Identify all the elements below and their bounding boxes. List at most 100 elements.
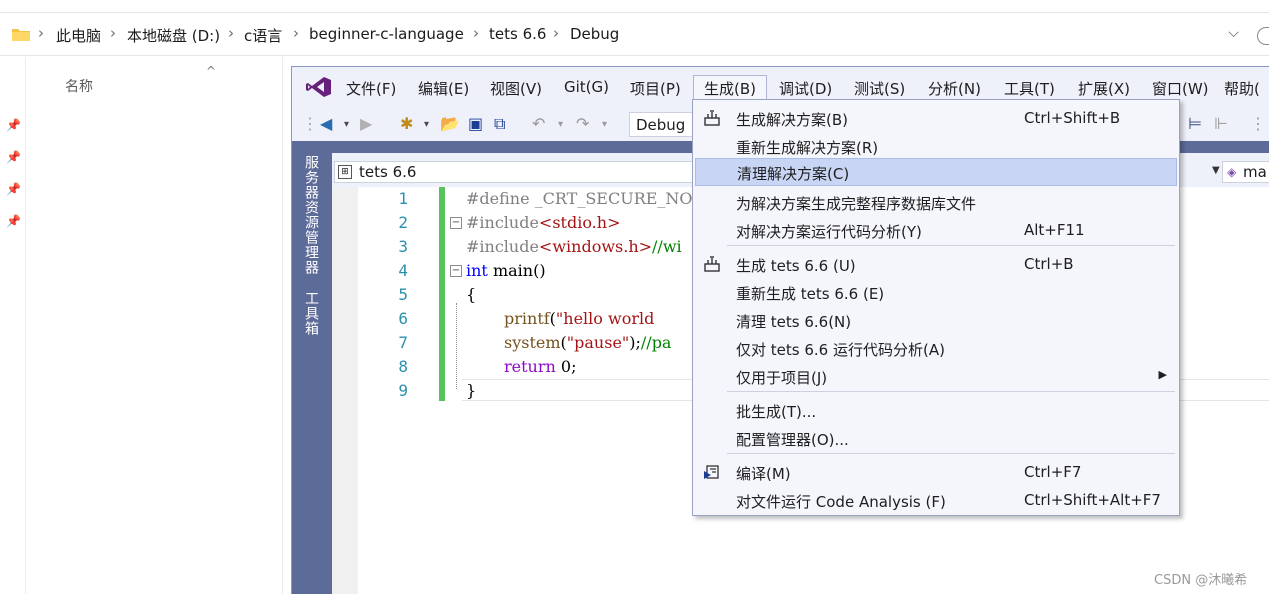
- chevron-down-icon[interactable]: ⌵: [1228, 25, 1239, 41]
- breadcrumb-local-disk[interactable]: 本地磁盘 (D:): [127, 25, 220, 46]
- menu-item-clean-solution[interactable]: 清理解决方案(C): [695, 158, 1177, 186]
- address-bar[interactable]: › 此电脑 › 本地磁盘 (D:) › c语言 › beginner-c-lan…: [0, 12, 1269, 56]
- menu-item-rebuild-project[interactable]: 重新生成 tets 6.6 (E): [695, 278, 1177, 306]
- menu-item-batch-build[interactable]: 批生成(T)...: [695, 396, 1177, 424]
- save-all-icon[interactable]: ⧉: [494, 114, 505, 134]
- column-header-name[interactable]: 名称: [65, 76, 93, 96]
- line-number: 5: [398, 285, 408, 304]
- dropdown-arrow-icon[interactable]: ▼: [1212, 165, 1220, 176]
- code-line-8: return 0;: [504, 357, 577, 376]
- forward-icon[interactable]: ▶: [360, 114, 372, 133]
- line-number: 4: [398, 261, 408, 280]
- menu-item-project-only[interactable]: 仅用于项目(J) ▶: [695, 362, 1177, 390]
- menu-item-run-code-analysis-file[interactable]: 对文件运行 Code Analysis (F) Ctrl+Shift+Alt+F…: [695, 486, 1177, 514]
- build-project-icon: [704, 256, 720, 272]
- change-tracking-bar: [439, 187, 445, 401]
- breadcrumb-tets[interactable]: tets 6.6: [489, 25, 546, 43]
- menu-project[interactable]: 项目(P): [630, 78, 681, 99]
- pin-icon[interactable]: 📌: [6, 150, 21, 164]
- line-number: 1: [398, 189, 408, 208]
- line-number: 2: [398, 213, 408, 232]
- menu-item-configuration-manager[interactable]: 配置管理器(O)...: [695, 424, 1177, 452]
- menu-file[interactable]: 文件(F): [346, 78, 396, 99]
- sort-up-icon: ^: [206, 64, 217, 78]
- menu-tools[interactable]: 工具(T): [1004, 78, 1055, 99]
- toolbar-grip[interactable]: ⋮: [302, 114, 318, 133]
- breadcrumb-beginner-c[interactable]: beginner-c-language: [309, 25, 464, 43]
- column-divider: [282, 57, 283, 594]
- line-number: 3: [398, 237, 408, 256]
- pin-icon[interactable]: 📌: [6, 214, 21, 228]
- refresh-icon[interactable]: [1257, 27, 1269, 45]
- visual-studio-logo-icon: [306, 77, 331, 97]
- project-combo[interactable]: ⊞ tets 6.6: [334, 161, 694, 183]
- uncomment-icon[interactable]: ⊩: [1214, 114, 1228, 133]
- menu-separator: [727, 453, 1175, 454]
- menu-edit[interactable]: 编辑(E): [418, 78, 469, 99]
- menu-view[interactable]: 视图(V): [490, 78, 542, 99]
- project-combo-label: tets 6.6: [359, 163, 417, 181]
- line-number: 9: [398, 381, 408, 400]
- menu-separator: [727, 245, 1175, 246]
- member-combo-label: ma: [1243, 163, 1267, 181]
- menu-item-rebuild-solution[interactable]: 重新生成解决方案(R): [695, 132, 1177, 160]
- menu-debug[interactable]: 调试(D): [779, 78, 832, 99]
- breadcrumb-c-language[interactable]: c语言: [244, 25, 282, 46]
- chevron-right-icon[interactable]: ›: [293, 24, 299, 42]
- line-number: 8: [398, 357, 408, 376]
- menu-separator: [727, 391, 1175, 392]
- new-project-icon[interactable]: ✱: [400, 114, 413, 133]
- toolbox-tab[interactable]: 工具箱: [301, 291, 321, 336]
- chevron-right-icon[interactable]: ›: [228, 24, 234, 42]
- comment-icon[interactable]: ⊨: [1188, 114, 1202, 133]
- line-number: 6: [398, 309, 408, 328]
- compile-icon: [704, 465, 719, 479]
- menu-item-clean-project[interactable]: 清理 tets 6.6(N): [695, 306, 1177, 334]
- menu-item-compile[interactable]: 编译(M) Ctrl+F7: [695, 458, 1177, 486]
- dropdown-arrow-icon[interactable]: ▾: [424, 119, 429, 130]
- menu-item-build-project[interactable]: 生成 tets 6.6 (U) Ctrl+B: [695, 250, 1177, 278]
- chevron-right-icon[interactable]: ›: [553, 24, 559, 42]
- menu-item-run-code-analysis-solution[interactable]: 对解决方案运行代码分析(Y) Alt+F11: [695, 216, 1177, 244]
- code-line-6: printf("hello world: [504, 309, 655, 328]
- redo-icon[interactable]: ↷: [576, 114, 589, 133]
- code-line-3: #include<windows.h>//wi: [466, 237, 682, 256]
- menu-item-run-code-analysis-project[interactable]: 仅对 tets 6.6 运行代码分析(A): [695, 334, 1177, 362]
- menu-test[interactable]: 测试(S): [854, 78, 905, 99]
- pin-icon[interactable]: 📌: [6, 182, 21, 196]
- breadcrumb-this-pc[interactable]: 此电脑: [56, 25, 101, 46]
- collapse-icon[interactable]: −: [450, 217, 462, 229]
- collapse-icon[interactable]: −: [450, 265, 462, 277]
- watermark: CSDN @沐曦希: [1154, 573, 1248, 588]
- dropdown-arrow-icon[interactable]: ▾: [344, 119, 349, 130]
- code-line-7: system("pause");//pa: [504, 333, 672, 352]
- build-menu-dropdown: 生成解决方案(B) Ctrl+Shift+B 重新生成解决方案(R) 清理解决方…: [692, 99, 1180, 516]
- save-icon[interactable]: ▣: [468, 114, 483, 133]
- outline-guide: [456, 303, 457, 389]
- chevron-right-icon[interactable]: ›: [473, 24, 479, 42]
- breadcrumb-debug[interactable]: Debug: [570, 25, 619, 43]
- menu-analyze[interactable]: 分析(N): [928, 78, 981, 99]
- menu-item-build-solution[interactable]: 生成解决方案(B) Ctrl+Shift+B: [695, 104, 1177, 132]
- undo-icon[interactable]: ↶: [532, 114, 545, 133]
- server-explorer-tab[interactable]: 服务器资源管理器: [301, 155, 321, 275]
- open-file-icon[interactable]: 📂: [440, 114, 460, 133]
- indicator-margin: [332, 187, 358, 594]
- dropdown-arrow-icon[interactable]: ▾: [558, 119, 563, 130]
- back-icon[interactable]: ◀: [320, 114, 332, 133]
- menu-help[interactable]: 帮助(: [1224, 78, 1260, 99]
- chevron-right-icon[interactable]: ›: [110, 24, 116, 42]
- chevron-right-icon[interactable]: ›: [38, 24, 44, 42]
- menu-extensions[interactable]: 扩展(X): [1078, 78, 1130, 99]
- dropdown-arrow-icon[interactable]: ▾: [602, 119, 607, 130]
- solution-configuration-select[interactable]: Debug: [629, 112, 695, 137]
- menu-git[interactable]: Git(G): [564, 78, 609, 96]
- quick-access-pane: 📌 📌 📌 📌: [0, 57, 26, 594]
- member-combo[interactable]: ◈ ma: [1222, 161, 1269, 183]
- toolbar-overflow-icon[interactable]: ⋮: [1250, 114, 1266, 133]
- menu-item-generate-pdb[interactable]: 为解决方案生成完整程序数据库文件: [695, 188, 1177, 216]
- project-icon: ⊞: [338, 165, 352, 179]
- menu-window[interactable]: 窗口(W): [1152, 78, 1209, 99]
- pin-icon[interactable]: 📌: [6, 118, 21, 132]
- side-tool-tabs: 服务器资源管理器 工具箱: [292, 153, 332, 594]
